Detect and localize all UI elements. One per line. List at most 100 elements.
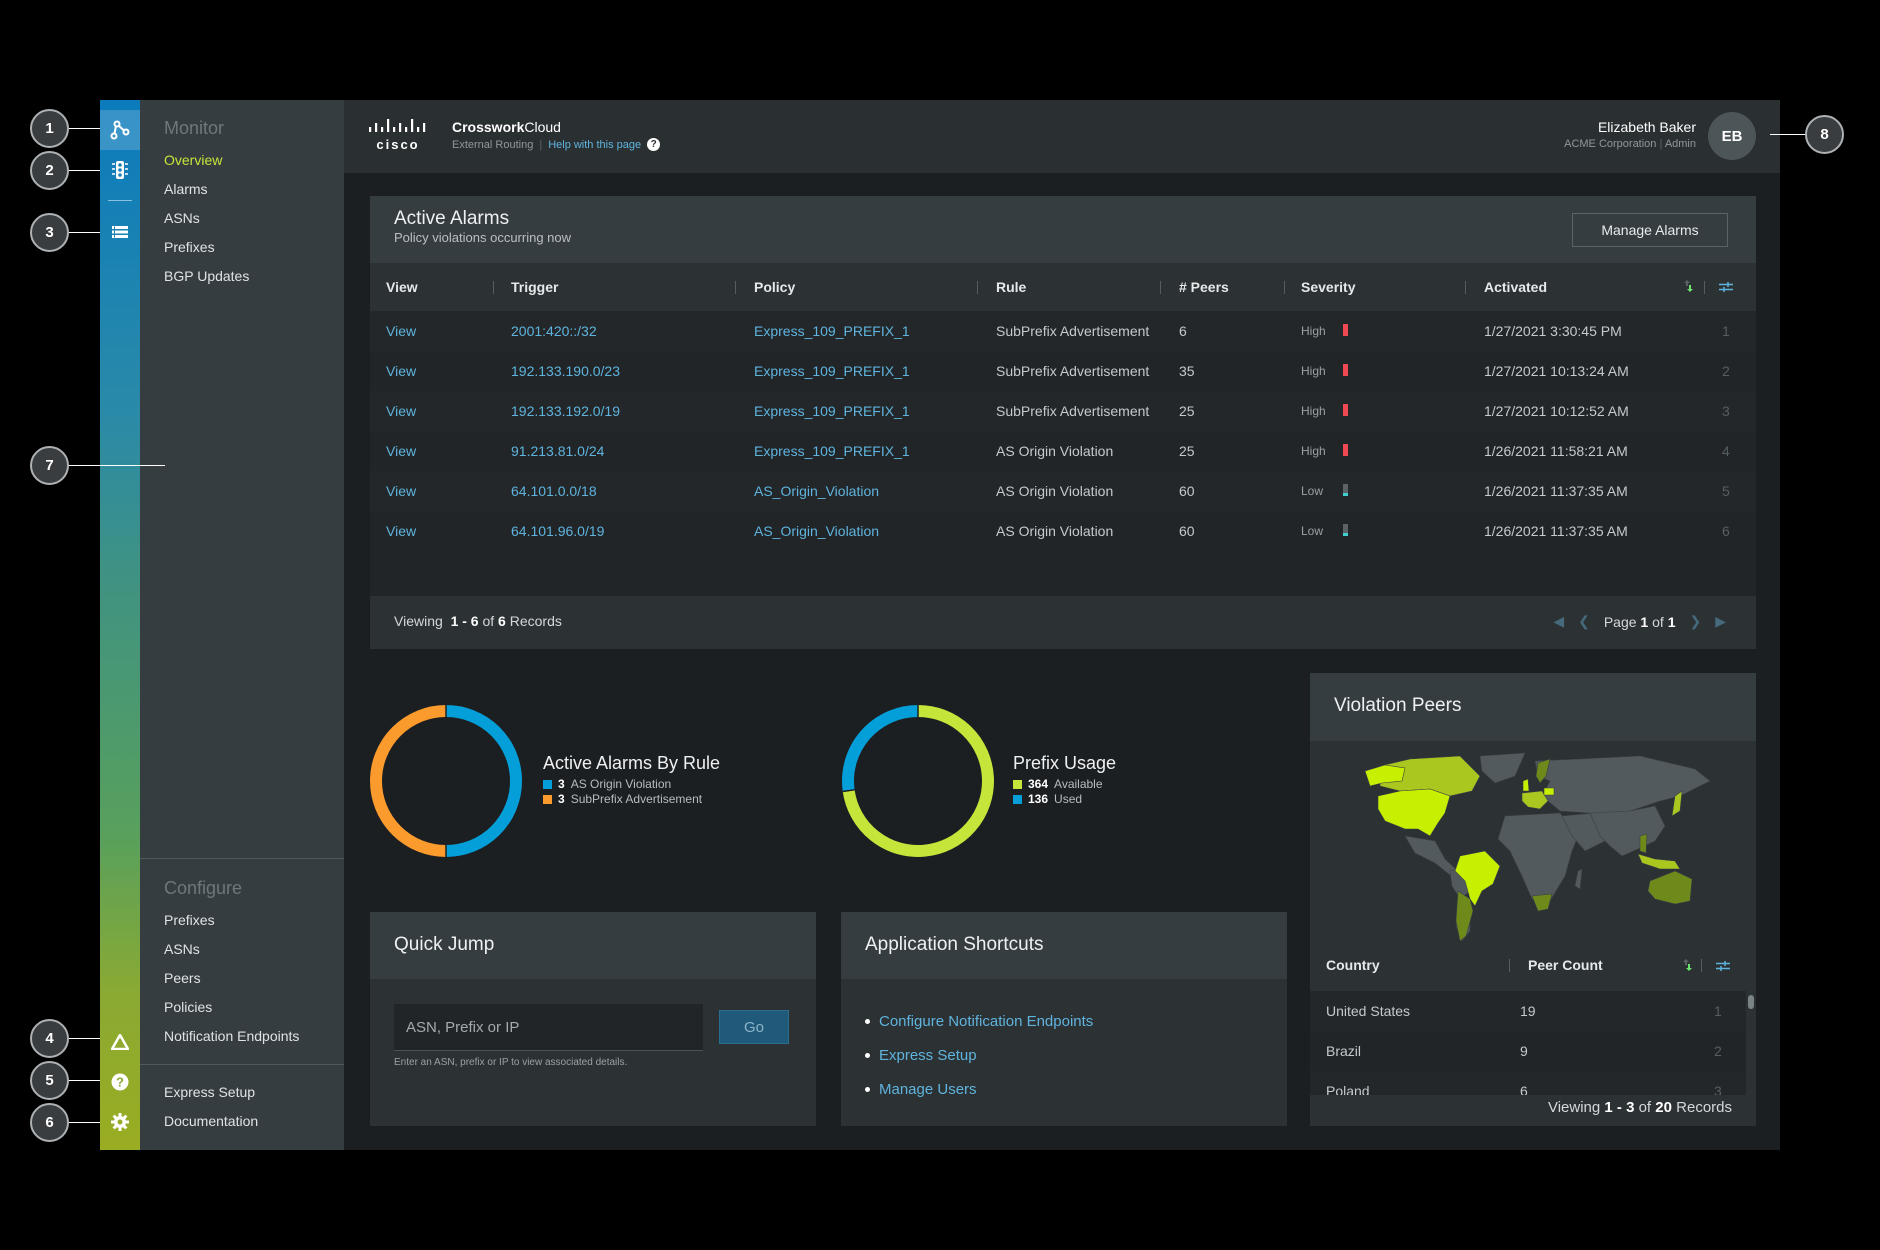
policy-link[interactable]: Express_109_PREFIX_1 (754, 431, 910, 471)
shortcut-configure-notification-endpoints[interactable]: Configure Notification Endpoints (865, 1004, 1093, 1038)
table-row[interactable]: United States 19 1 (1310, 991, 1746, 1031)
go-button[interactable]: Go (719, 1010, 789, 1044)
column-header-peer-count[interactable]: Peer Count (1528, 941, 1603, 989)
view-link[interactable]: View (386, 511, 416, 551)
sort-icon[interactable] (1683, 279, 1695, 296)
nav-item-asns[interactable]: ASNs (140, 204, 344, 233)
view-link[interactable]: View (386, 351, 416, 391)
trigger-link[interactable]: 64.101.0.0/18 (511, 471, 597, 511)
first-page-icon[interactable]: ◀ (1553, 613, 1564, 630)
column-header-peers[interactable]: # Peers (1179, 263, 1229, 311)
view-link[interactable]: View (386, 471, 416, 511)
row-number: 1 (1714, 1003, 1722, 1019)
donut-slice-used[interactable] (842, 705, 919, 792)
column-header-policy[interactable]: Policy (754, 263, 795, 311)
view-link[interactable]: View (386, 391, 416, 431)
trigger-link[interactable]: 192.133.190.0/23 (511, 351, 620, 391)
shortcut-label[interactable]: Configure Notification Endpoints (879, 1013, 1093, 1030)
policy-link[interactable]: Express_109_PREFIX_1 (754, 391, 910, 431)
column-resizer[interactable] (1160, 281, 1161, 294)
table-row[interactable]: Poland 6 3 (1310, 1071, 1746, 1095)
nav-item-prefixes[interactable]: Prefixes (140, 233, 344, 262)
nav-item-config-asns[interactable]: ASNs (140, 935, 344, 964)
shortcut-label[interactable]: Express Setup (879, 1047, 977, 1064)
nav-item-overview[interactable]: Overview (140, 146, 344, 175)
topology-icon[interactable] (100, 110, 140, 150)
shortcut-express-setup[interactable]: Express Setup (865, 1038, 1093, 1072)
user-role: Admin (1664, 138, 1696, 150)
column-header-trigger[interactable]: Trigger (511, 263, 558, 311)
nav-item-config-notification-endpoints[interactable]: Notification Endpoints (140, 1022, 344, 1051)
help-link[interactable]: Help with this page (548, 139, 641, 151)
table-row[interactable]: View 192.133.190.0/23 Express_109_PREFIX_1… (370, 351, 1756, 391)
scrollbar-thumb[interactable] (1748, 995, 1754, 1009)
nav-item-bgp-updates[interactable]: BGP Updates (140, 262, 344, 291)
column-header-activated[interactable]: Activated (1484, 263, 1547, 311)
quick-jump-input[interactable] (394, 1004, 703, 1051)
column-header-country[interactable]: Country (1326, 941, 1380, 989)
violation-peers-panel: Violation Peers Country Peer Count Unite… (1310, 673, 1756, 1126)
policy-link[interactable]: AS_Origin_Violation (754, 471, 879, 511)
column-resizer[interactable] (735, 281, 736, 294)
policy-link[interactable]: AS_Origin_Violation (754, 511, 879, 551)
donut-slice-as-origin-violation[interactable] (445, 705, 522, 857)
severity-indicator (1343, 444, 1348, 456)
avatar[interactable]: EB (1708, 112, 1756, 160)
alert-triangle-icon[interactable] (100, 1022, 140, 1062)
prev-page-icon[interactable]: ❮ (1578, 613, 1590, 630)
help-icon[interactable]: ? (100, 1062, 140, 1102)
column-header-view[interactable]: View (386, 263, 418, 311)
column-header-severity[interactable]: Severity (1301, 263, 1355, 311)
table-row[interactable]: Brazil 9 2 (1310, 1031, 1746, 1071)
shortcut-label[interactable]: Manage Users (879, 1081, 977, 1098)
column-header-rule[interactable]: Rule (996, 263, 1026, 311)
settings-gear-icon[interactable] (100, 1102, 140, 1142)
traffic-light-icon[interactable] (100, 150, 140, 190)
column-resizer[interactable] (493, 281, 494, 294)
panel-header: Violation Peers (1310, 673, 1756, 741)
nav-item-documentation[interactable]: Documentation (140, 1107, 344, 1136)
nav-item-config-peers[interactable]: Peers (140, 964, 344, 993)
peers-cell: 35 (1179, 363, 1195, 379)
column-settings-icon[interactable] (1716, 959, 1730, 975)
list-icon[interactable] (100, 212, 140, 252)
trigger-link[interactable]: 91.213.81.0/24 (511, 431, 604, 471)
last-page-icon[interactable]: ▶ (1715, 613, 1726, 630)
question-circle-icon[interactable]: ? (647, 138, 661, 151)
trigger-link[interactable]: 192.133.192.0/19 (511, 391, 620, 431)
records-range: 1 - 3 (1604, 1099, 1635, 1116)
trigger-link[interactable]: 64.101.96.0/19 (511, 511, 604, 551)
nav-item-express-setup[interactable]: Express Setup (140, 1078, 344, 1107)
nav-item-alarms[interactable]: Alarms (140, 175, 344, 204)
policy-link[interactable]: Express_109_PREFIX_1 (754, 311, 910, 351)
table-row[interactable]: View 91.213.81.0/24 Express_109_PREFIX_1 AS… (370, 431, 1756, 471)
trigger-link[interactable]: 2001:420::/32 (511, 311, 597, 351)
column-resizer[interactable] (1465, 281, 1466, 294)
table-row[interactable]: View 64.101.0.0/18 AS_Origin_Violation AS O… (370, 471, 1756, 511)
nav-item-config-policies[interactable]: Policies (140, 993, 344, 1022)
view-link[interactable]: View (386, 431, 416, 471)
column-resizer[interactable] (977, 281, 978, 294)
peer-count-cell: 6 (1520, 1083, 1528, 1095)
table-row[interactable]: View 192.133.192.0/19 Express_109_PREFIX_1… (370, 391, 1756, 431)
table-row[interactable]: View 64.101.96.0/19 AS_Origin_Violation AS … (370, 511, 1756, 551)
separator: | (1659, 138, 1663, 150)
shortcut-manage-users[interactable]: Manage Users (865, 1072, 1093, 1106)
view-link[interactable]: View (386, 311, 416, 351)
column-resizer[interactable] (1284, 281, 1285, 294)
sort-icon[interactable] (1682, 958, 1694, 975)
configure-nav-list: Prefixes ASNs Peers Policies Notificatio… (140, 906, 344, 1051)
table-row[interactable]: View 2001:420::/32 Express_109_PREFIX_1 Sub… (370, 311, 1756, 351)
row-number: 1 (1722, 323, 1730, 339)
nav-item-config-prefixes[interactable]: Prefixes (140, 906, 344, 935)
rule-cell: AS Origin Violation (996, 483, 1114, 499)
policy-link[interactable]: Express_109_PREFIX_1 (754, 351, 910, 391)
column-settings-icon[interactable] (1719, 280, 1733, 296)
donut-slice-subprefix-advertisement[interactable] (370, 705, 447, 857)
column-resizer[interactable] (1509, 959, 1510, 972)
world-map[interactable] (1310, 741, 1756, 942)
manage-alarms-button[interactable]: Manage Alarms (1572, 213, 1728, 247)
next-page-icon[interactable]: ❯ (1689, 613, 1701, 630)
map-usa (1377, 788, 1451, 837)
callout-connector (68, 1122, 100, 1123)
